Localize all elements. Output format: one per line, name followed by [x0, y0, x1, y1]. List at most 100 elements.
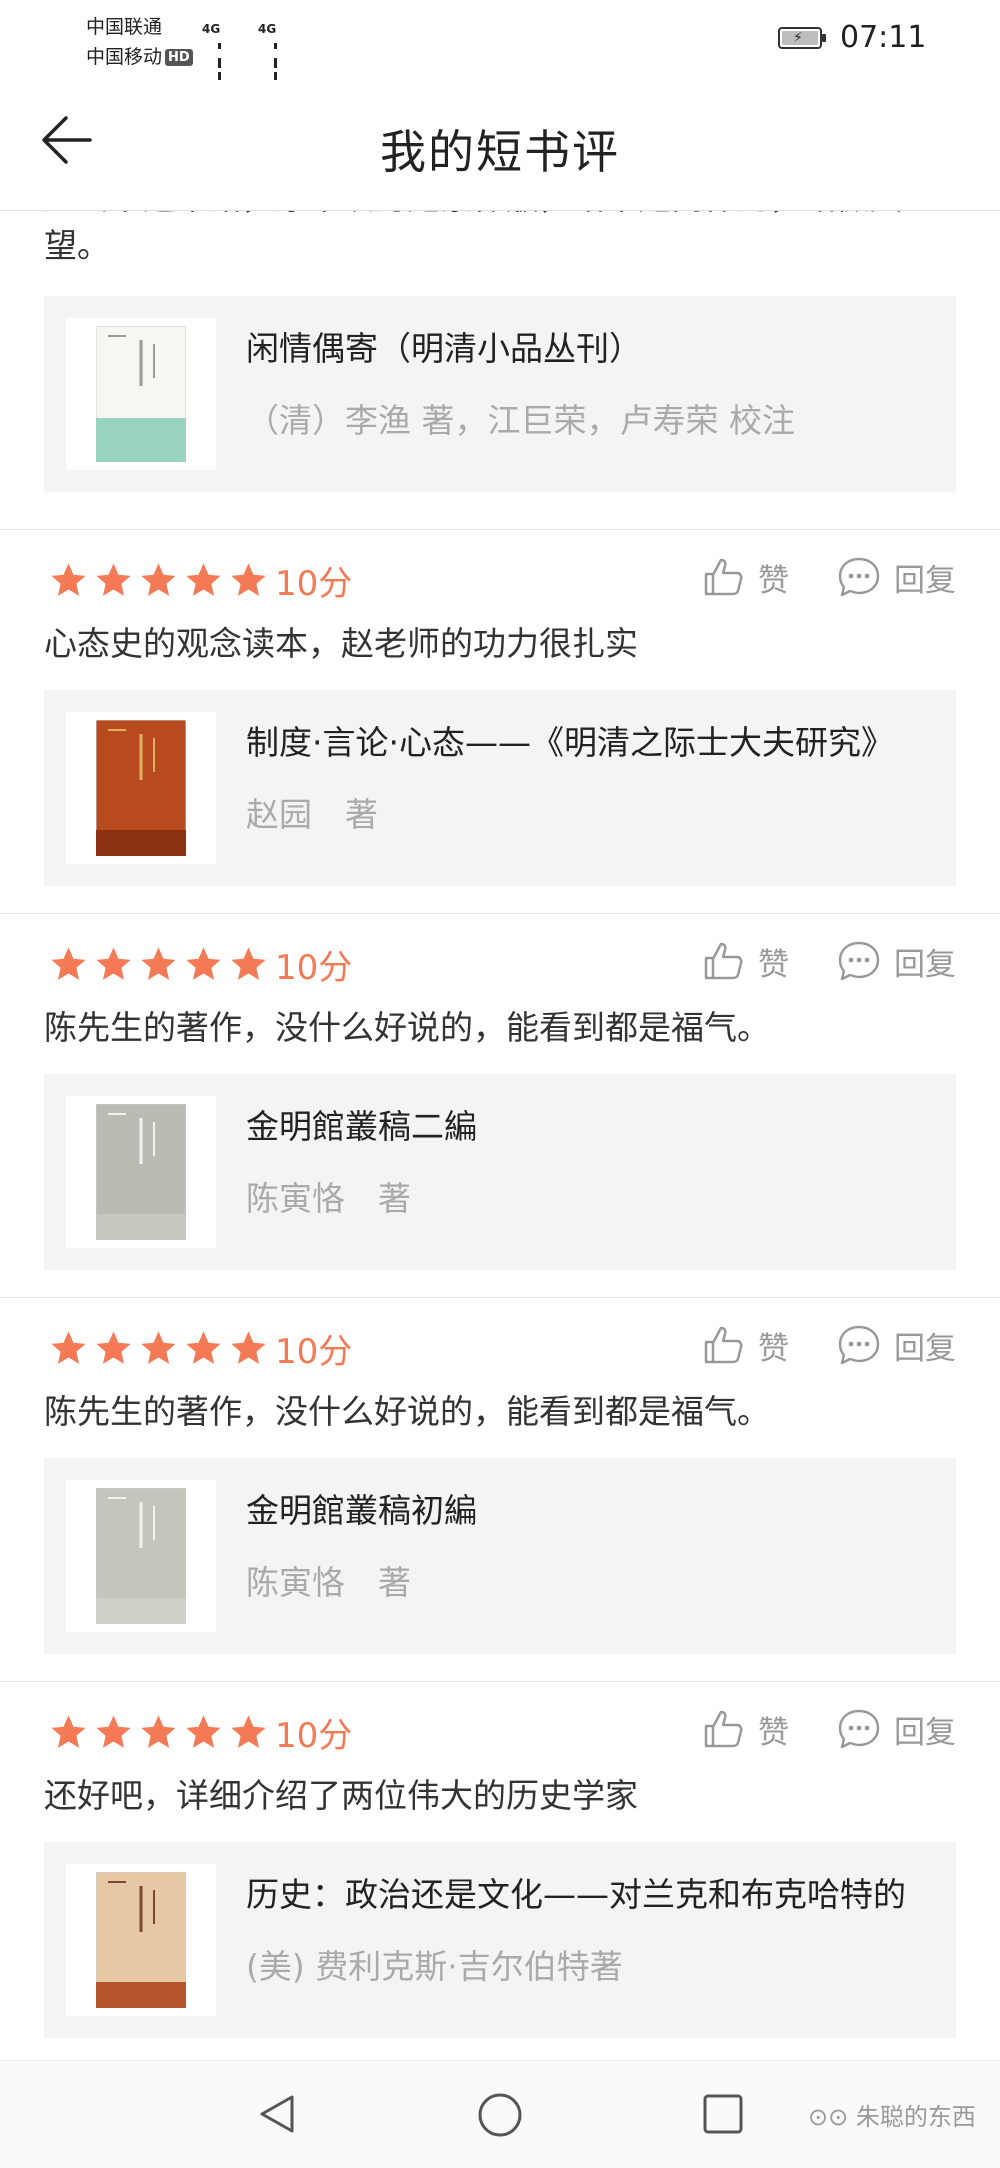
- carrier-1: 中国联通: [86, 16, 163, 38]
- carrier-2: 中国移动 HD: [86, 42, 193, 69]
- review-text: 陈先生的著作，没什么好说的，能看到都是福气。: [44, 1008, 770, 1047]
- thumbs-up-icon: [704, 558, 743, 596]
- like-label: 赞: [758, 562, 789, 599]
- book-author: 赵园 著: [246, 795, 378, 834]
- recents-nav-icon[interactable]: [700, 2091, 746, 2137]
- book-cover: [66, 1864, 216, 2016]
- star-icon: [141, 1330, 176, 1364]
- reply-button[interactable]: 回复: [836, 1320, 956, 1370]
- review-text: 这套书还不错，原本以为是繁体版，结果是简体的，略微失望。: [44, 210, 902, 265]
- reply-label: 回复: [894, 946, 956, 983]
- home-nav-icon[interactable]: [476, 2091, 524, 2139]
- review-item: 8分 赞 回复 这套书还不错，原本以为是繁体版，结果是简体的，略微失望。: [0, 210, 1000, 530]
- star-icon: [186, 946, 221, 980]
- star-icon: [186, 1330, 221, 1364]
- rating: 10分: [48, 1326, 353, 1372]
- like-button[interactable]: 赞: [700, 552, 789, 602]
- book-card[interactable]: 金明館叢稿二編 陈寅恪 著: [44, 1074, 956, 1270]
- review-item: 10分 赞 回复 陈先生的著作，没什么好说的，能看到都是福气。: [0, 914, 1000, 1298]
- review-text: 陈先生的著作，没什么好说的，能看到都是福气。: [44, 1392, 770, 1431]
- score-label: 10分: [275, 1331, 353, 1372]
- like-label: 赞: [758, 1330, 789, 1367]
- star-icon: [141, 946, 176, 980]
- star-icon: [141, 562, 176, 596]
- star-icon: [96, 1330, 131, 1364]
- watermark: ⊙⊙ 朱聪的东西: [808, 2103, 976, 2131]
- book-cover: [66, 712, 216, 864]
- rating: 10分: [48, 558, 353, 604]
- like-label: 赞: [758, 1714, 789, 1751]
- book-cover-image: [96, 1488, 186, 1624]
- reply-button[interactable]: 回复: [836, 1704, 956, 1754]
- book-author: (美) 费利克斯·吉尔伯特著: [246, 1947, 623, 1986]
- star-icon: [186, 562, 221, 596]
- star-rating: [48, 1712, 273, 1753]
- star-icon: [231, 562, 266, 596]
- reply-button[interactable]: 回复: [836, 936, 956, 986]
- star-icon: [231, 1330, 266, 1364]
- book-title[interactable]: 金明館叢稿二編: [246, 1100, 944, 1148]
- star-icon: [231, 946, 266, 980]
- book-cover-image: [96, 326, 186, 462]
- battery-icon: ⚡: [778, 27, 826, 49]
- score-label: 10分: [275, 563, 353, 604]
- wechat-icon: ⊙⊙: [808, 2103, 856, 2131]
- clock: 07:11: [840, 20, 927, 55]
- book-cover: [66, 318, 216, 470]
- reply-label: 回复: [894, 1330, 956, 1367]
- rating: 10分: [48, 1710, 353, 1756]
- hd-badge: HD: [165, 49, 193, 66]
- star-rating: [48, 1328, 273, 1369]
- comment-icon: [838, 941, 880, 981]
- star-icon: [51, 1714, 86, 1748]
- rating: 10分: [48, 942, 353, 988]
- like-button[interactable]: 赞: [700, 1320, 789, 1370]
- book-card[interactable]: 闲情偶寄（明清小品丛刊） （清）李渔 著，江巨荣，卢寿荣 校注: [44, 296, 956, 492]
- comment-icon: [838, 557, 880, 597]
- review-item: 10分 赞 回复 心态史的观念读本，赵老师的功力很扎实 制度·言论·心态——《明…: [0, 530, 1000, 914]
- system-nav-bar: ⊙⊙ 朱聪的东西: [0, 2060, 1000, 2168]
- like-button[interactable]: 赞: [700, 936, 789, 986]
- score-label: 10分: [275, 1715, 353, 1756]
- app-header: 我的短书评: [0, 80, 1000, 211]
- star-icon: [51, 946, 86, 980]
- like-label: 赞: [758, 946, 789, 983]
- thumbs-up-icon: [704, 1326, 743, 1364]
- score-label: 10分: [275, 947, 353, 988]
- star-icon: [141, 1714, 176, 1748]
- reply-label: 回复: [894, 1714, 956, 1751]
- book-author: 陈寅恪 著: [246, 1179, 411, 1218]
- status-bar: 中国联通 中国移动 HD 4G 4G ⚡ 07:11: [0, 0, 1000, 107]
- book-author: （清）李渔 著，江巨荣，卢寿荣 校注: [246, 401, 795, 440]
- review-item: 10分 赞 回复 还好吧，详细介绍了两位伟大的历史学家 历史：政治还是文化——对…: [0, 1682, 1000, 2060]
- review-text: 心态史的观念读本，赵老师的功力很扎实: [44, 624, 638, 663]
- book-title[interactable]: 历史：政治还是文化——对兰克和布克哈特的: [246, 1868, 944, 1916]
- review-list[interactable]: 8分 赞 回复 这套书还不错，原本以为是繁体版，结果是简体的，略微失望。: [0, 210, 1000, 2060]
- star-icon: [96, 946, 131, 980]
- book-title[interactable]: 制度·言论·心态——《明清之际士大夫研究》: [246, 716, 944, 764]
- book-author: 陈寅恪 著: [246, 1563, 411, 1602]
- star-icon: [96, 562, 131, 596]
- star-icon: [51, 562, 86, 596]
- thumbs-up-icon: [704, 1710, 743, 1748]
- back-nav-icon[interactable]: [254, 2091, 300, 2137]
- star-icon: [96, 1714, 131, 1748]
- comment-icon: [838, 1709, 880, 1749]
- like-button[interactable]: 赞: [700, 1704, 789, 1754]
- thumbs-up-icon: [704, 942, 743, 980]
- book-card[interactable]: 制度·言论·心态——《明清之际士大夫研究》 赵园 著: [44, 690, 956, 886]
- book-card[interactable]: 金明館叢稿初編 陈寅恪 著: [44, 1458, 956, 1654]
- reply-button[interactable]: 回复: [836, 552, 956, 602]
- book-title[interactable]: 金明館叢稿初編: [246, 1484, 944, 1532]
- book-cover: [66, 1480, 216, 1632]
- review-text: 还好吧，详细介绍了两位伟大的历史学家: [44, 1776, 638, 1815]
- book-card[interactable]: 历史：政治还是文化——对兰克和布克哈特的 (美) 费利克斯·吉尔伯特著: [44, 1842, 956, 2038]
- book-cover: [66, 1096, 216, 1248]
- book-cover-image: [96, 720, 186, 856]
- star-icon: [51, 1330, 86, 1364]
- reply-label: 回复: [894, 562, 956, 599]
- star-rating: [48, 560, 273, 601]
- star-icon: [231, 1714, 266, 1748]
- book-title[interactable]: 闲情偶寄（明清小品丛刊）: [246, 322, 944, 370]
- page-title: 我的短书评: [380, 125, 620, 179]
